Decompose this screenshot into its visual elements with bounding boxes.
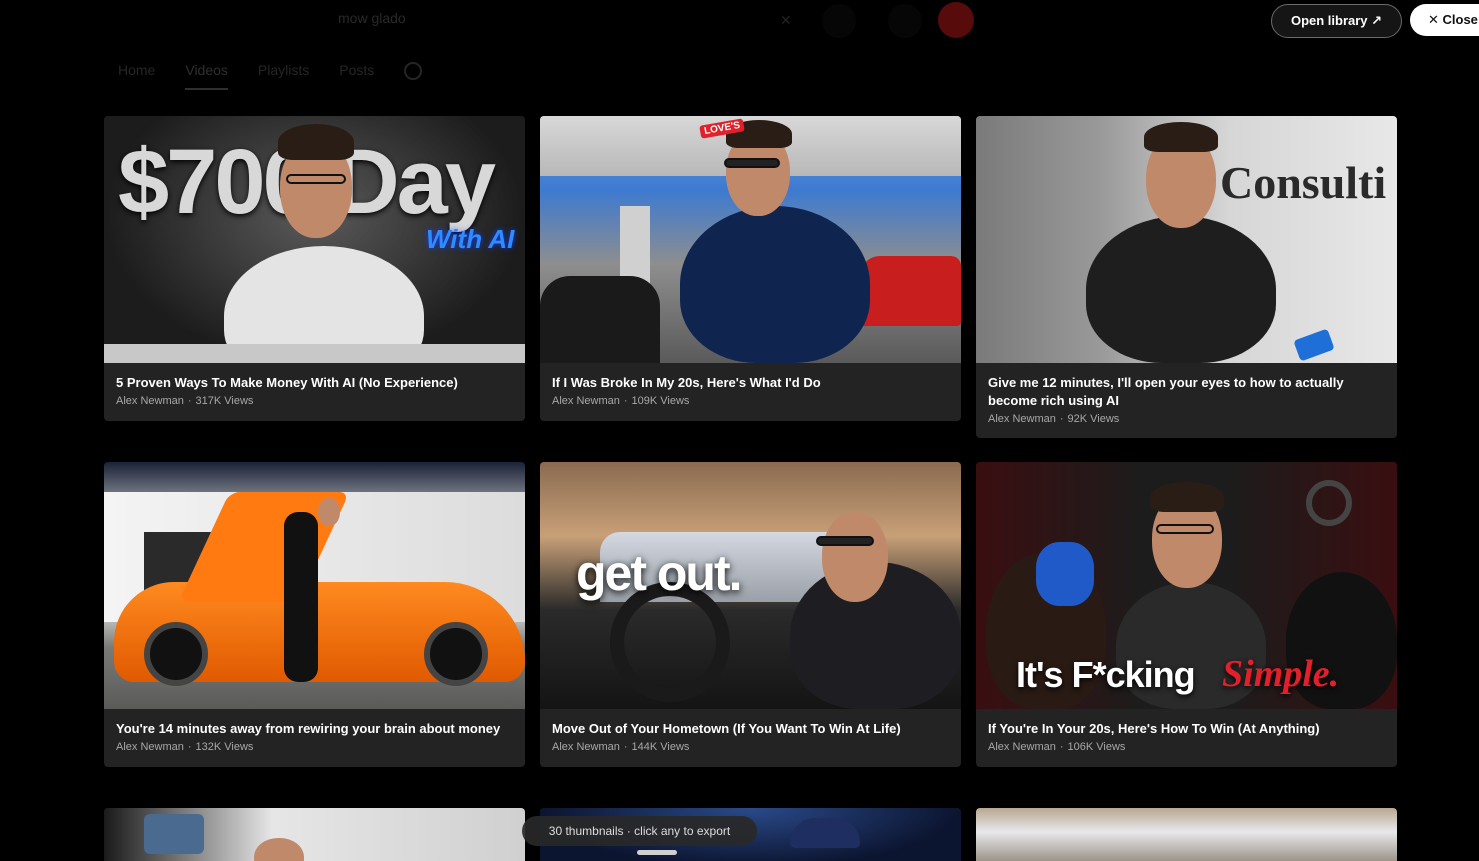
channel-name: Alex Newman [552,395,620,407]
background-tab-posts: Posts [339,62,375,78]
video-subline: Alex Newman · 109K Views [552,395,690,407]
thumbnail-wheel-rear [424,622,488,686]
video-card[interactable]: get out. Move Out of Your Hometown (If Y… [540,462,961,767]
background-search-text: mow glado [338,10,406,26]
video-meta: 5 Proven Ways To Make Money With AI (No … [104,363,525,419]
background-search-icon [822,4,856,38]
thumbnail-desk [104,344,525,363]
view-count: 92K Views [1067,413,1120,425]
thumbnail-subline: With AI [426,224,515,254]
video-title: If You're In Your 20s, Here's How To Win… [988,721,1320,736]
close-button[interactable]: ✕ Close [1410,4,1479,36]
thumbnail-pump [620,206,650,286]
video-subline: Alex Newman · 144K Views [552,741,690,753]
video-subline: Alex Newman · 317K Views [116,395,254,407]
thumbnail-sunglasses [816,536,874,546]
drag-handle[interactable] [637,850,677,855]
video-title: You're 14 minutes away from rewiring you… [116,721,501,736]
thumbnail-face [318,498,340,526]
video-thumbnail[interactable]: LOVE'S [540,116,961,363]
thumbnail-boxing-glove [1036,542,1094,606]
video-card[interactable]: Consulti Give me 12 minutes, I'll open y… [976,116,1397,438]
background-avatar [938,2,974,38]
video-title: If I Was Broke In My 20s, Here's What I'… [552,375,821,390]
thumbnail-wheel-front [144,622,208,686]
thumbnail-car [860,256,961,326]
open-library-button[interactable]: Open library ↗ [1271,4,1402,38]
channel-name: Alex Newman [116,395,184,407]
video-card[interactable]: LOVE'S If I Was Broke In My 20s, Here's … [540,116,961,421]
channel-name: Alex Newman [116,741,184,753]
video-meta: If I Was Broke In My 20s, Here's What I'… [540,363,961,419]
thumbnail-face [254,838,304,861]
background-tab-search-icon [404,62,423,80]
thumbnail-glasses [1156,524,1214,534]
thumbnail-headphones [1306,480,1352,526]
thumbnail-headline: It's F*cking [1016,654,1196,695]
view-count: 132K Views [195,741,254,753]
thumbnail-glasses [286,174,346,184]
thumbnail-sunglasses [724,158,780,168]
video-card[interactable]: $700/Day With AI 5 Proven Ways To Make M… [104,116,525,421]
video-subline: Alex Newman · 92K Views [988,413,1120,425]
video-thumbnail[interactable]: get out. [540,462,961,709]
thumbnail-hair [1144,122,1218,152]
export-toast: 30 thumbnails · click any to export [522,816,757,846]
video-thumbnail[interactable]: $700/Day With AI [104,116,525,363]
video-meta: Give me 12 minutes, I'll open your eyes … [976,363,1397,437]
thumbnail-hair [278,124,354,160]
video-thumbnail[interactable]: Consulti [976,116,1397,363]
view-count: 109K Views [631,395,690,407]
thumbnail-motorbike [540,276,660,363]
background-tab-playlists: Playlists [257,62,310,78]
video-subline: Alex Newman · 132K Views [116,741,254,753]
video-thumbnail[interactable]: It's F*cking Simple. [976,462,1397,709]
video-card[interactable] [104,808,525,861]
thumbnail-cap [790,818,860,848]
video-meta: You're 14 minutes away from rewiring you… [104,709,525,765]
background-clear-icon: ✕ [780,12,792,28]
thumbnail-person [1086,216,1276,363]
video-title: 5 Proven Ways To Make Money With AI (No … [116,375,458,390]
background-mic-icon [888,4,922,38]
thumbnail-headline: get out. [576,545,743,601]
video-thumbnail[interactable] [104,462,525,709]
view-count: 317K Views [195,395,254,407]
thumbnail-person [284,512,318,682]
export-toast-text: 30 thumbnails · click any to export [548,824,731,838]
view-count: 144K Views [631,741,690,753]
thumbnail-sign-text: Consulti [1220,157,1387,208]
thumbnail-face [822,512,888,602]
video-card[interactable]: It's F*cking Simple. If You're In Your 2… [976,462,1397,767]
background-channel-tabs: Home Videos Playlists Posts [118,62,423,90]
thumbnail-hair [1150,482,1224,512]
channel-name: Alex Newman [552,741,620,753]
thumbnail-window [144,814,204,854]
background-tab-videos: Videos [185,62,228,90]
video-title: Give me 12 minutes, I'll open your eyes … [988,375,1344,408]
channel-name: Alex Newman [988,741,1056,753]
video-thumbnail[interactable] [976,808,1397,861]
close-label: ✕ Close [1428,12,1478,27]
video-meta: If You're In Your 20s, Here's How To Win… [976,709,1397,765]
thumbnail-subline: Simple. [1222,653,1340,695]
video-card[interactable] [976,808,1397,861]
video-title: Move Out of Your Hometown (If You Want T… [552,721,901,736]
background-youtube-header: mow glado ✕ Home Videos Playlists Posts [0,0,1479,100]
thumbnail-person [680,206,870,363]
thumbnail-phone [1293,328,1335,362]
video-meta: Move Out of Your Hometown (If You Want T… [540,709,961,765]
background-tab-home: Home [118,62,156,78]
view-count: 106K Views [1067,741,1126,753]
open-library-label: Open library ↗ [1290,13,1383,28]
video-card[interactable]: You're 14 minutes away from rewiring you… [104,462,525,767]
channel-name: Alex Newman [988,413,1056,425]
video-thumbnail[interactable] [104,808,525,861]
video-subline: Alex Newman · 106K Views [988,741,1126,753]
